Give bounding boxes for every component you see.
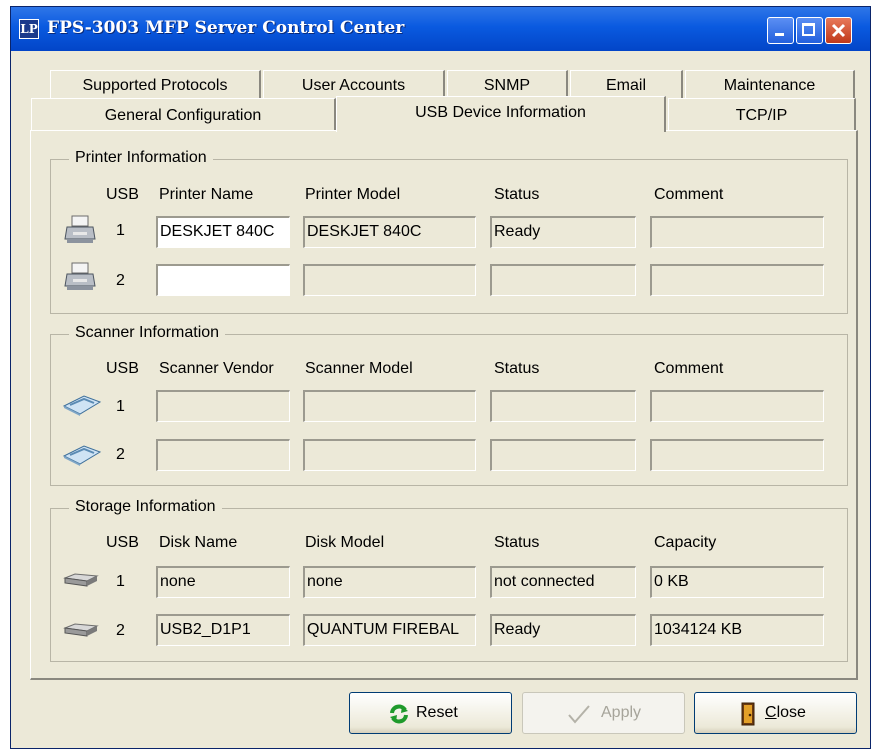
header-status: Status xyxy=(494,186,540,203)
header-status: Status xyxy=(494,360,540,377)
storage-row2-status: Ready xyxy=(490,614,636,646)
scanner-row2-usb: 2 xyxy=(116,446,125,463)
scanner-row2-status xyxy=(490,439,636,471)
printer-row1-name-input[interactable]: DESKJET 840C xyxy=(156,216,290,248)
printer-row1-comment xyxy=(650,216,824,248)
app-logo-icon: LP xyxy=(19,19,39,39)
apply-label: Apply xyxy=(601,704,642,721)
storage-row2-capacity: 1034124 KB xyxy=(650,614,824,646)
close-icon xyxy=(831,23,846,38)
scanner-row1-vendor xyxy=(156,390,290,422)
header-usb: USB xyxy=(106,360,139,377)
maximize-button[interactable] xyxy=(796,17,823,44)
printer-row2-model xyxy=(303,264,476,296)
tab-supported-protocols[interactable]: Supported Protocols xyxy=(50,70,261,98)
printer-row1-model: DESKJET 840C xyxy=(303,216,476,248)
scanner-icon xyxy=(62,445,102,466)
scanner-row1-usb: 1 xyxy=(116,398,125,415)
tab-email[interactable]: Email xyxy=(570,70,683,98)
disk-drive-icon xyxy=(63,623,99,637)
printer-row2-comment xyxy=(650,264,824,296)
tab-general-configuration[interactable]: General Configuration xyxy=(31,98,336,130)
refresh-icon xyxy=(390,704,408,724)
title-bar[interactable]: LP FPS-3003 MFP Server Control Center xyxy=(11,7,870,51)
header-disk-model: Disk Model xyxy=(305,534,385,551)
window-title: FPS-3003 MFP Server Control Center xyxy=(47,18,405,38)
scanner-row1-comment xyxy=(650,390,824,422)
scanner-row2-comment xyxy=(650,439,824,471)
printer-row1-usb: 1 xyxy=(116,222,125,239)
door-exit-icon xyxy=(741,702,755,726)
close-label: lose xyxy=(776,704,806,721)
header-printer-name: Printer Name xyxy=(159,186,254,203)
tab-snmp[interactable]: SNMP xyxy=(447,70,568,98)
storage-row1-usb: 1 xyxy=(116,573,125,590)
close-label-accel: C xyxy=(765,704,777,721)
scanner-row1-status xyxy=(490,390,636,422)
tab-usb-device-information[interactable]: USB Device Information xyxy=(336,96,666,132)
group-title: Scanner Information xyxy=(69,324,226,342)
header-scanner-model: Scanner Model xyxy=(305,360,413,377)
tab-maintenance[interactable]: Maintenance xyxy=(685,70,855,98)
tab-tcpip[interactable]: TCP/IP xyxy=(668,98,856,130)
header-comment: Comment xyxy=(654,360,724,377)
scanner-row2-model xyxy=(303,439,476,471)
header-disk-name: Disk Name xyxy=(159,534,238,551)
minimize-button[interactable] xyxy=(767,17,794,44)
scanner-row2-vendor xyxy=(156,439,290,471)
header-printer-model: Printer Model xyxy=(305,186,401,203)
header-usb: USB xyxy=(106,186,139,203)
group-title: Storage Information xyxy=(69,498,222,516)
storage-row1-model: none xyxy=(303,566,476,598)
header-comment: Comment xyxy=(654,186,724,203)
group-title: Printer Information xyxy=(69,149,213,167)
reset-label: Reset xyxy=(416,704,458,721)
disk-drive-icon xyxy=(63,573,99,587)
maximize-icon xyxy=(802,23,815,36)
printer-row2-name-input[interactable] xyxy=(156,264,290,296)
printer-row2-status xyxy=(490,264,636,296)
checkmark-icon xyxy=(568,705,590,724)
reset-button[interactable]: Reset xyxy=(349,692,512,734)
close-button[interactable]: Close xyxy=(694,692,857,734)
apply-button[interactable]: Apply xyxy=(522,692,685,734)
header-capacity: Capacity xyxy=(654,534,717,551)
storage-row1-capacity: 0 KB xyxy=(650,566,824,598)
header-scanner-vendor: Scanner Vendor xyxy=(159,360,274,377)
printer-icon xyxy=(64,262,96,290)
storage-row2-model: QUANTUM FIREBAL xyxy=(303,614,476,646)
printer-icon xyxy=(64,215,96,243)
minimize-icon xyxy=(775,33,784,36)
printer-row2-usb: 2 xyxy=(116,272,125,289)
storage-row1-name: none xyxy=(156,566,290,598)
printer-row1-status: Ready xyxy=(490,216,636,248)
header-usb: USB xyxy=(106,534,139,551)
tab-user-accounts[interactable]: User Accounts xyxy=(263,70,445,98)
scanner-row1-model xyxy=(303,390,476,422)
header-status: Status xyxy=(494,534,540,551)
storage-row2-usb: 2 xyxy=(116,622,125,639)
scanner-icon xyxy=(62,395,102,416)
storage-row2-name: USB2_D1P1 xyxy=(156,614,290,646)
close-window-button[interactable] xyxy=(825,17,852,44)
storage-row1-status: not connected xyxy=(490,566,636,598)
